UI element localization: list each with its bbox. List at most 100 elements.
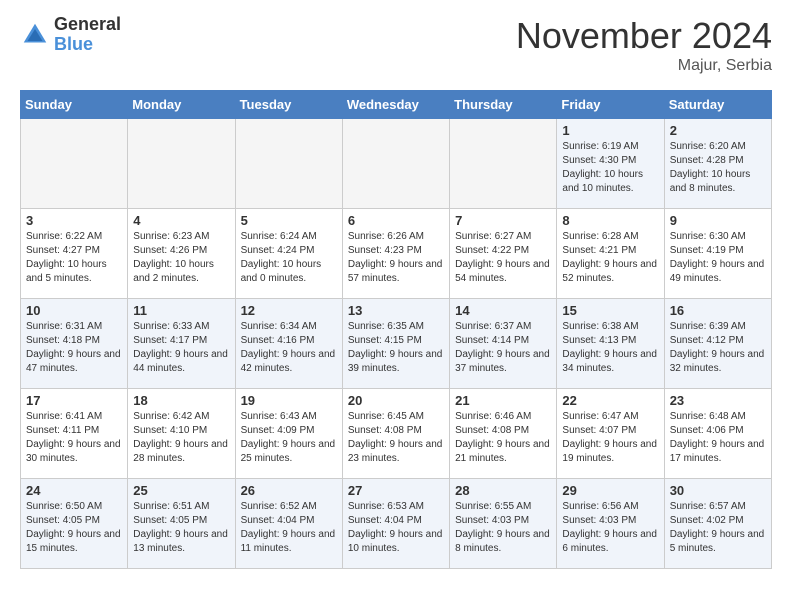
day-number: 11 (133, 303, 229, 318)
month-title: November 2024 (516, 15, 772, 57)
day-cell: 1 Sunrise: 6:19 AM Sunset: 4:30 PM Daylig… (557, 119, 664, 209)
day-cell: 24 Sunrise: 6:50 AM Sunset: 4:05 PM Dayli… (21, 479, 128, 569)
day-number: 9 (670, 213, 766, 228)
logo-blue-text: Blue (54, 35, 121, 55)
day-cell: 2 Sunrise: 6:20 AM Sunset: 4:28 PM Daylig… (664, 119, 771, 209)
day-info: Sunrise: 6:30 AM Sunset: 4:19 PM Dayligh… (670, 230, 766, 286)
day-cell: 11 Sunrise: 6:33 AM Sunset: 4:17 PM Dayli… (128, 299, 235, 389)
day-cell: 4 Sunrise: 6:23 AM Sunset: 4:26 PM Daylig… (128, 209, 235, 299)
day-cell: 20 Sunrise: 6:45 AM Sunset: 4:08 PM Dayli… (342, 389, 449, 479)
logo-general-text: General (54, 15, 121, 35)
day-info: Sunrise: 6:56 AM Sunset: 4:03 PM Dayligh… (562, 500, 658, 556)
day-info: Sunrise: 6:55 AM Sunset: 4:03 PM Dayligh… (455, 500, 551, 556)
day-number: 4 (133, 213, 229, 228)
day-info: Sunrise: 6:28 AM Sunset: 4:21 PM Dayligh… (562, 230, 658, 286)
header-cell-thursday: Thursday (450, 91, 557, 119)
day-info: Sunrise: 6:45 AM Sunset: 4:08 PM Dayligh… (348, 410, 444, 466)
day-number: 16 (670, 303, 766, 318)
calendar-body: 1 Sunrise: 6:19 AM Sunset: 4:30 PM Daylig… (21, 119, 772, 569)
day-cell: 25 Sunrise: 6:51 AM Sunset: 4:05 PM Dayli… (128, 479, 235, 569)
day-cell: 6 Sunrise: 6:26 AM Sunset: 4:23 PM Daylig… (342, 209, 449, 299)
header-cell-tuesday: Tuesday (235, 91, 342, 119)
day-number: 12 (241, 303, 337, 318)
day-info: Sunrise: 6:24 AM Sunset: 4:24 PM Dayligh… (241, 230, 337, 286)
day-info: Sunrise: 6:46 AM Sunset: 4:08 PM Dayligh… (455, 410, 551, 466)
calendar-container: General Blue November 2024 Majur, Serbia… (0, 0, 792, 584)
calendar-table: SundayMondayTuesdayWednesdayThursdayFrid… (20, 90, 772, 569)
day-number: 8 (562, 213, 658, 228)
day-info: Sunrise: 6:42 AM Sunset: 4:10 PM Dayligh… (133, 410, 229, 466)
day-cell: 29Sunrise: 6:56 AM Sunset: 4:03 PM Dayli… (557, 479, 664, 569)
day-cell (21, 119, 128, 209)
location: Majur, Serbia (516, 57, 772, 75)
day-info: Sunrise: 6:38 AM Sunset: 4:13 PM Dayligh… (562, 320, 658, 376)
header: General Blue November 2024 Majur, Serbia (20, 15, 772, 75)
day-number: 17 (26, 393, 122, 408)
day-cell: 13 Sunrise: 6:35 AM Sunset: 4:15 PM Dayli… (342, 299, 449, 389)
day-info: Sunrise: 6:51 AM Sunset: 4:05 PM Dayligh… (133, 500, 229, 556)
day-info: Sunrise: 6:52 AM Sunset: 4:04 PM Dayligh… (241, 500, 337, 556)
header-cell-friday: Friday (557, 91, 664, 119)
day-number: 1 (562, 123, 658, 138)
day-info: Sunrise: 6:53 AM Sunset: 4:04 PM Dayligh… (348, 500, 444, 556)
header-cell-sunday: Sunday (21, 91, 128, 119)
day-number: 22 (562, 393, 658, 408)
day-info: Sunrise: 6:41 AM Sunset: 4:11 PM Dayligh… (26, 410, 122, 466)
week-row-3: 17 Sunrise: 6:41 AM Sunset: 4:11 PM Dayli… (21, 389, 772, 479)
day-cell: 5 Sunrise: 6:24 AM Sunset: 4:24 PM Daylig… (235, 209, 342, 299)
day-number: 5 (241, 213, 337, 228)
logo-text: General Blue (54, 15, 121, 55)
day-number: 7 (455, 213, 551, 228)
day-cell (235, 119, 342, 209)
title-block: November 2024 Majur, Serbia (516, 15, 772, 75)
day-number: 30 (670, 483, 766, 498)
logo-icon (20, 20, 50, 50)
day-cell: 22Sunrise: 6:47 AM Sunset: 4:07 PM Dayli… (557, 389, 664, 479)
day-number: 13 (348, 303, 444, 318)
week-row-2: 10Sunrise: 6:31 AM Sunset: 4:18 PM Dayli… (21, 299, 772, 389)
day-info: Sunrise: 6:23 AM Sunset: 4:26 PM Dayligh… (133, 230, 229, 286)
day-info: Sunrise: 6:19 AM Sunset: 4:30 PM Dayligh… (562, 140, 658, 196)
day-cell: 17 Sunrise: 6:41 AM Sunset: 4:11 PM Dayli… (21, 389, 128, 479)
day-cell: 19Sunrise: 6:43 AM Sunset: 4:09 PM Dayli… (235, 389, 342, 479)
day-cell: 23Sunrise: 6:48 AM Sunset: 4:06 PM Dayli… (664, 389, 771, 479)
day-info: Sunrise: 6:43 AM Sunset: 4:09 PM Dayligh… (241, 410, 337, 466)
day-number: 20 (348, 393, 444, 408)
logo: General Blue (20, 15, 121, 55)
day-cell: 9 Sunrise: 6:30 AM Sunset: 4:19 PM Daylig… (664, 209, 771, 299)
day-info: Sunrise: 6:50 AM Sunset: 4:05 PM Dayligh… (26, 500, 122, 556)
day-cell: 21Sunrise: 6:46 AM Sunset: 4:08 PM Dayli… (450, 389, 557, 479)
day-number: 3 (26, 213, 122, 228)
day-cell: 7 Sunrise: 6:27 AM Sunset: 4:22 PM Daylig… (450, 209, 557, 299)
day-cell: 15Sunrise: 6:38 AM Sunset: 4:13 PM Dayli… (557, 299, 664, 389)
day-number: 26 (241, 483, 337, 498)
day-number: 24 (26, 483, 122, 498)
day-cell: 3 Sunrise: 6:22 AM Sunset: 4:27 PM Daylig… (21, 209, 128, 299)
day-cell: 12 Sunrise: 6:34 AM Sunset: 4:16 PM Dayli… (235, 299, 342, 389)
day-info: Sunrise: 6:33 AM Sunset: 4:17 PM Dayligh… (133, 320, 229, 376)
week-row-1: 3 Sunrise: 6:22 AM Sunset: 4:27 PM Daylig… (21, 209, 772, 299)
day-cell: 8 Sunrise: 6:28 AM Sunset: 4:21 PM Daylig… (557, 209, 664, 299)
day-info: Sunrise: 6:20 AM Sunset: 4:28 PM Dayligh… (670, 140, 766, 196)
day-cell: 10Sunrise: 6:31 AM Sunset: 4:18 PM Dayli… (21, 299, 128, 389)
day-number: 27 (348, 483, 444, 498)
day-info: Sunrise: 6:26 AM Sunset: 4:23 PM Dayligh… (348, 230, 444, 286)
calendar-header: SundayMondayTuesdayWednesdayThursdayFrid… (21, 91, 772, 119)
day-number: 2 (670, 123, 766, 138)
day-number: 6 (348, 213, 444, 228)
week-row-0: 1 Sunrise: 6:19 AM Sunset: 4:30 PM Daylig… (21, 119, 772, 209)
header-cell-saturday: Saturday (664, 91, 771, 119)
day-info: Sunrise: 6:37 AM Sunset: 4:14 PM Dayligh… (455, 320, 551, 376)
day-cell (342, 119, 449, 209)
day-number: 14 (455, 303, 551, 318)
day-cell: 27 Sunrise: 6:53 AM Sunset: 4:04 PM Dayli… (342, 479, 449, 569)
day-info: Sunrise: 6:35 AM Sunset: 4:15 PM Dayligh… (348, 320, 444, 376)
day-number: 10 (26, 303, 122, 318)
day-info: Sunrise: 6:22 AM Sunset: 4:27 PM Dayligh… (26, 230, 122, 286)
day-info: Sunrise: 6:34 AM Sunset: 4:16 PM Dayligh… (241, 320, 337, 376)
day-cell: 26 Sunrise: 6:52 AM Sunset: 4:04 PM Dayli… (235, 479, 342, 569)
day-info: Sunrise: 6:27 AM Sunset: 4:22 PM Dayligh… (455, 230, 551, 286)
week-row-4: 24 Sunrise: 6:50 AM Sunset: 4:05 PM Dayli… (21, 479, 772, 569)
day-number: 25 (133, 483, 229, 498)
day-number: 28 (455, 483, 551, 498)
